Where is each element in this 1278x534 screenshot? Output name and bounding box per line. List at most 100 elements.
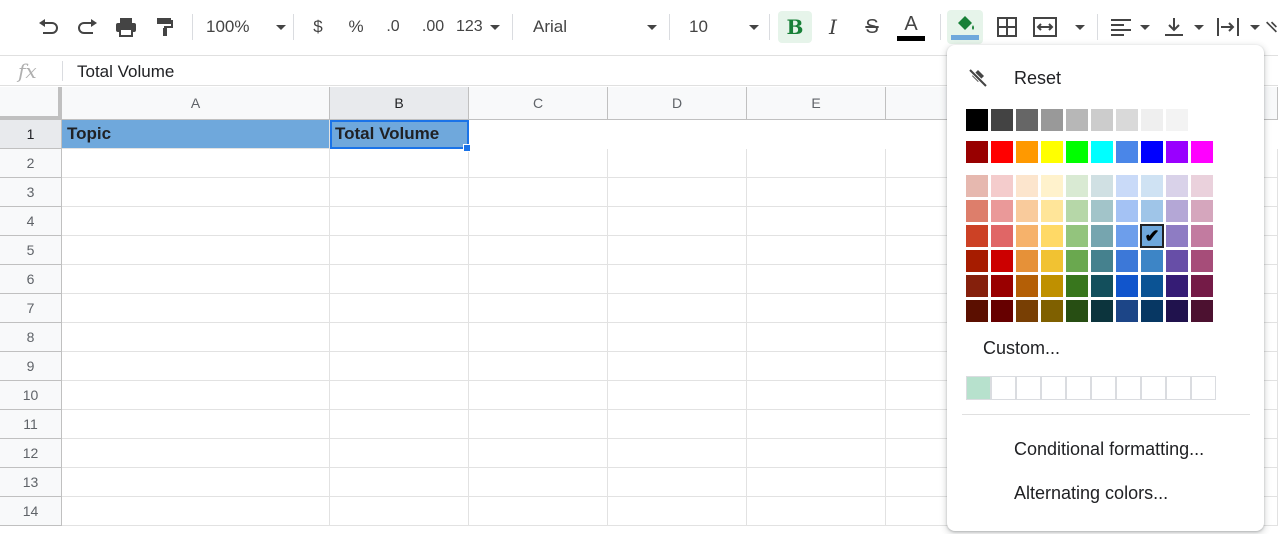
- custom-color-swatch[interactable]: [1141, 376, 1166, 400]
- color-swatch[interactable]: [966, 225, 988, 247]
- color-swatch[interactable]: [1166, 300, 1188, 322]
- grid-cell[interactable]: [330, 178, 469, 207]
- grid-cell[interactable]: [608, 178, 747, 207]
- more-formats-select[interactable]: 123: [456, 12, 500, 42]
- grid-cell[interactable]: [330, 468, 469, 497]
- color-swatch[interactable]: [1041, 175, 1063, 197]
- color-swatch[interactable]: [1016, 300, 1038, 322]
- color-swatch[interactable]: [966, 200, 988, 222]
- grid-cell[interactable]: [747, 323, 886, 352]
- grid-cell[interactable]: [330, 352, 469, 381]
- grid-cell[interactable]: [62, 236, 330, 265]
- bold-button[interactable]: B: [778, 11, 812, 43]
- print-icon[interactable]: [111, 12, 141, 42]
- column-header-d[interactable]: D: [608, 87, 747, 120]
- color-swatch[interactable]: [991, 141, 1013, 163]
- redo-icon[interactable]: [73, 12, 103, 42]
- grid-cell[interactable]: [747, 149, 886, 178]
- grid-cell[interactable]: [469, 381, 608, 410]
- row-header-2[interactable]: 2: [0, 149, 62, 178]
- color-swatch[interactable]: [991, 300, 1013, 322]
- color-swatch[interactable]: [966, 300, 988, 322]
- text-color-button[interactable]: A: [896, 12, 926, 42]
- undo-icon[interactable]: [33, 12, 63, 42]
- color-swatch[interactable]: [1041, 225, 1063, 247]
- row-header-4[interactable]: 4: [0, 207, 62, 236]
- grid-cell[interactable]: [62, 323, 330, 352]
- grid-cell[interactable]: [330, 265, 469, 294]
- color-swatch[interactable]: [1191, 300, 1213, 322]
- grid-cell[interactable]: [469, 178, 608, 207]
- font-size-select[interactable]: 10: [689, 12, 759, 42]
- italic-button[interactable]: I: [818, 12, 848, 42]
- color-swatch[interactable]: [1141, 275, 1163, 297]
- color-swatch[interactable]: [1166, 225, 1188, 247]
- color-swatch[interactable]: [1066, 250, 1088, 272]
- grid-cell[interactable]: [608, 207, 747, 236]
- grid-cell[interactable]: [62, 294, 330, 323]
- color-swatch[interactable]: [1116, 275, 1138, 297]
- grid-cell[interactable]: [747, 236, 886, 265]
- color-swatch[interactable]: [1116, 300, 1138, 322]
- custom-color-swatch[interactable]: [1116, 376, 1141, 400]
- increase-decimal-button[interactable]: .00: [417, 12, 449, 42]
- grid-cell[interactable]: [469, 439, 608, 468]
- horizontal-align-button[interactable]: [1110, 12, 1150, 42]
- grid-cell[interactable]: [747, 497, 886, 526]
- row-header-3[interactable]: 3: [0, 178, 62, 207]
- merge-cells-button[interactable]: [1033, 12, 1085, 42]
- color-swatch[interactable]: [1041, 109, 1063, 131]
- color-swatch[interactable]: [1191, 175, 1213, 197]
- grid-cell[interactable]: [330, 236, 469, 265]
- custom-color-swatch[interactable]: [1166, 376, 1191, 400]
- strikethrough-button[interactable]: S: [857, 12, 887, 42]
- grid-cell[interactable]: [608, 236, 747, 265]
- color-swatch[interactable]: [966, 141, 988, 163]
- color-swatch[interactable]: [1191, 109, 1213, 131]
- row-header-14[interactable]: 14: [0, 497, 62, 526]
- cell-a1[interactable]: Topic: [62, 120, 330, 149]
- color-swatch[interactable]: [1191, 275, 1213, 297]
- row-header-1[interactable]: 1: [0, 120, 62, 149]
- color-swatch[interactable]: [1091, 109, 1113, 131]
- custom-color-button[interactable]: Custom...: [983, 338, 1060, 359]
- grid-cell[interactable]: [747, 178, 886, 207]
- color-swatch[interactable]: [1066, 275, 1088, 297]
- grid-cell[interactable]: [469, 352, 608, 381]
- formula-input[interactable]: Total Volume: [77, 62, 174, 82]
- color-swatch[interactable]: [1016, 225, 1038, 247]
- custom-color-swatch[interactable]: [966, 376, 991, 400]
- color-swatch[interactable]: [1141, 250, 1163, 272]
- grid-cell[interactable]: [469, 410, 608, 439]
- color-swatch[interactable]: [1041, 300, 1063, 322]
- grid-cell[interactable]: [608, 294, 747, 323]
- grid-cell[interactable]: [330, 410, 469, 439]
- grid-cell[interactable]: [62, 497, 330, 526]
- currency-button[interactable]: $: [303, 12, 333, 42]
- grid-cell[interactable]: [747, 265, 886, 294]
- color-swatch[interactable]: [991, 175, 1013, 197]
- color-swatch[interactable]: [1016, 250, 1038, 272]
- color-swatch[interactable]: [991, 250, 1013, 272]
- color-swatch[interactable]: [1166, 250, 1188, 272]
- grid-cell[interactable]: [330, 497, 469, 526]
- grid-cell[interactable]: [469, 265, 608, 294]
- custom-color-swatch[interactable]: [1041, 376, 1066, 400]
- color-swatch[interactable]: [1191, 250, 1213, 272]
- grid-cell[interactable]: [608, 497, 747, 526]
- color-swatch[interactable]: [1141, 109, 1163, 131]
- fill-handle[interactable]: [463, 144, 471, 152]
- grid-cell[interactable]: [747, 410, 886, 439]
- grid-cell[interactable]: [62, 439, 330, 468]
- color-swatch[interactable]: [1041, 250, 1063, 272]
- fill-color-button[interactable]: [947, 10, 983, 44]
- color-swatch[interactable]: [1016, 275, 1038, 297]
- color-swatch[interactable]: [1191, 225, 1213, 247]
- color-swatch[interactable]: [1016, 175, 1038, 197]
- grid-cell[interactable]: [330, 439, 469, 468]
- column-header-a[interactable]: A: [62, 87, 330, 120]
- cell-b1[interactable]: Total Volume: [330, 120, 469, 149]
- grid-cell[interactable]: [469, 497, 608, 526]
- zoom-select[interactable]: 100%: [206, 12, 286, 42]
- text-rotation-button[interactable]: [1265, 12, 1278, 42]
